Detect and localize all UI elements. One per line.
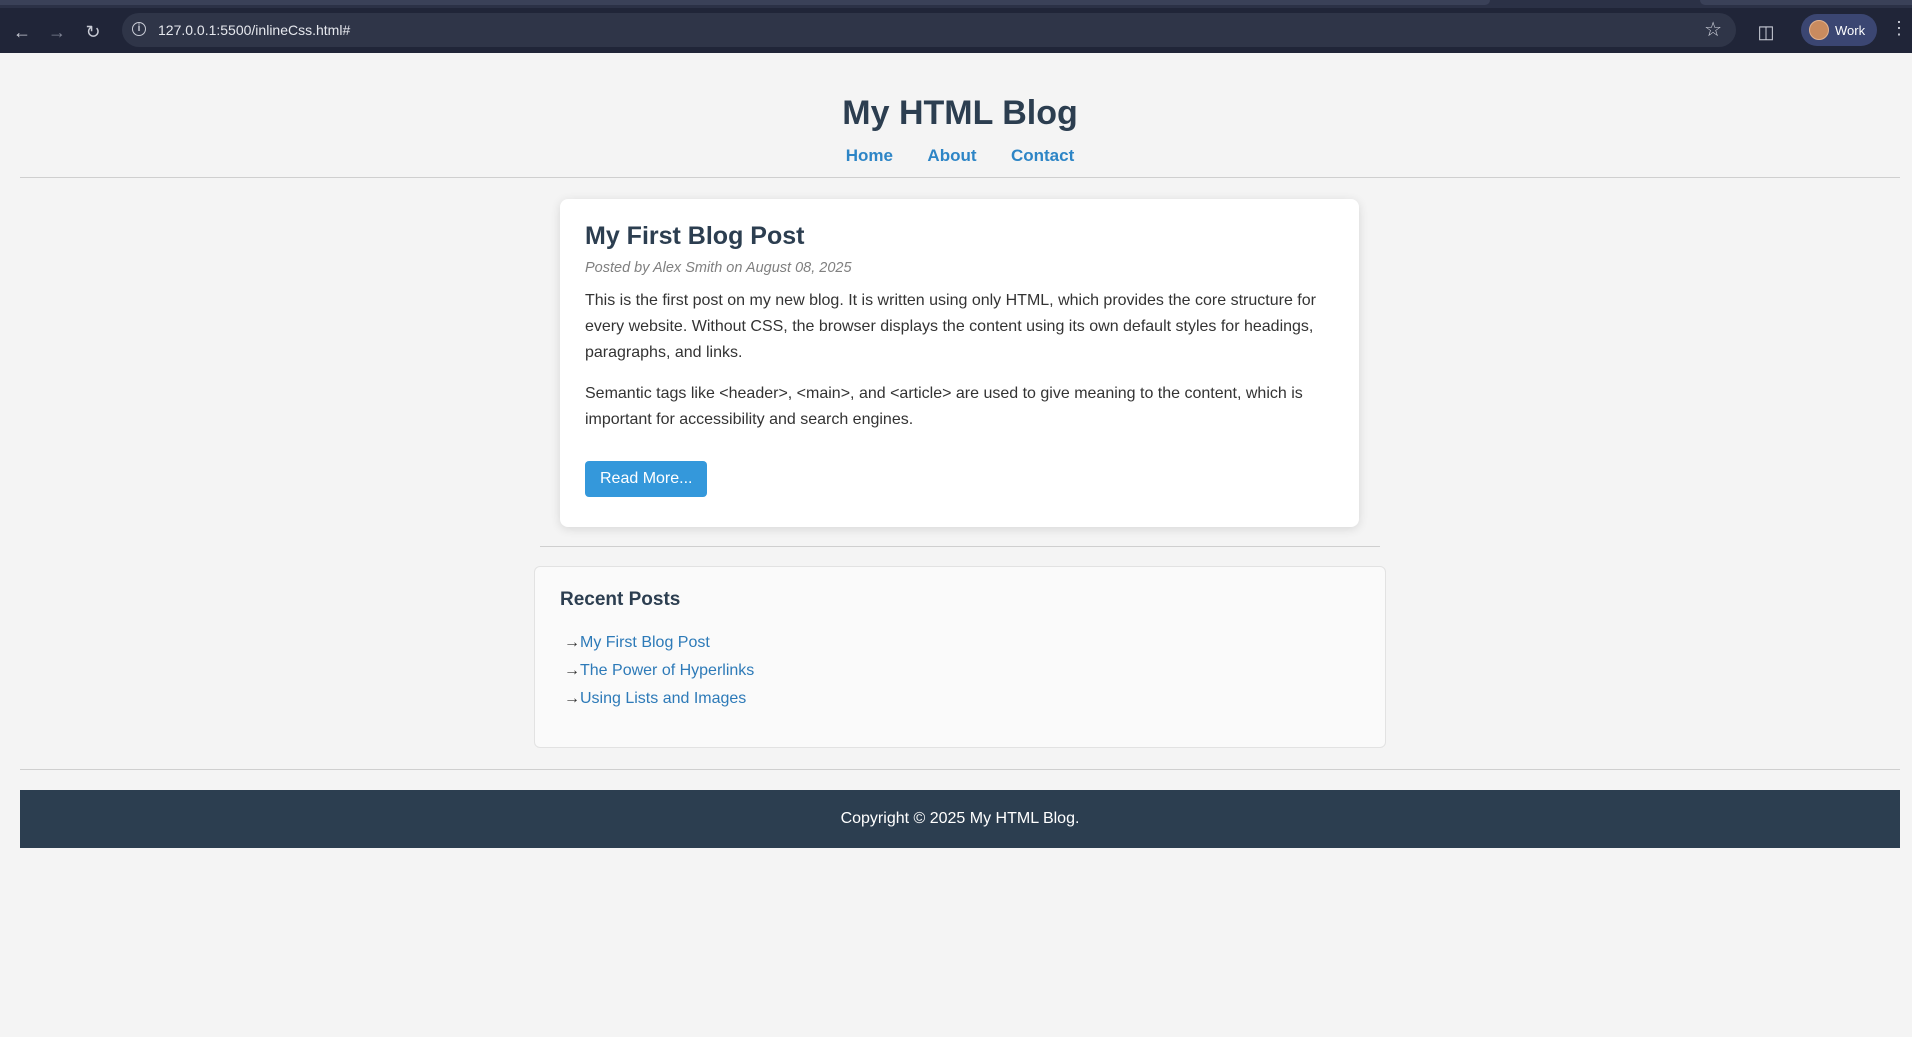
page-content: My HTML Blog Home About Contact My First… — [0, 53, 1912, 1037]
tab-strip — [0, 0, 1490, 5]
footer-copyright: Copyright © 2025 My HTML Blog. — [840, 810, 1080, 827]
list-item: →The Power of Hyperlinks — [564, 657, 1360, 685]
recent-posts-title: Recent Posts — [560, 589, 681, 610]
back-icon[interactable]: ← — [8, 18, 36, 46]
site-title: My HTML Blog — [842, 94, 1078, 132]
avatar — [1809, 20, 1829, 40]
recent-posts-list: →My First Blog Post →The Power of Hyperl… — [560, 629, 1360, 713]
nav-contact-link[interactable]: Contact — [1011, 146, 1074, 165]
post-meta: Posted by Alex Smith on August 08, 2025 — [585, 260, 852, 276]
url-text[interactable]: 127.0.0.1:5500/inlineCss.html# — [158, 22, 350, 38]
nav-about-link[interactable]: About — [927, 146, 976, 165]
recent-post-link[interactable]: Using Lists and Images — [580, 690, 746, 707]
site-header: My HTML Blog Home About Contact — [20, 53, 1900, 178]
forward-icon[interactable]: → — [43, 18, 71, 46]
list-item: →Using Lists and Images — [564, 685, 1360, 713]
arrow-icon: → — [564, 634, 580, 651]
arrow-icon: → — [564, 662, 580, 679]
post-title: My First Blog Post — [585, 222, 805, 250]
site-info-icon[interactable]: i — [132, 22, 146, 36]
more-menu-icon[interactable]: ⋮ — [1890, 18, 1908, 39]
profile-button[interactable]: Work — [1801, 14, 1877, 46]
list-item: →My First Blog Post — [564, 629, 1360, 657]
site-footer: Copyright © 2025 My HTML Blog. — [20, 790, 1900, 848]
nav-home-link[interactable]: Home — [846, 146, 893, 165]
reload-icon[interactable]: ↻ — [79, 18, 107, 46]
blog-post-card: My First Blog Post Posted by Alex Smith … — [560, 199, 1359, 527]
post-paragraph-2: Semantic tags like <header>, <main>, and… — [585, 385, 1303, 428]
divider — [20, 769, 1900, 770]
arrow-icon: → — [564, 690, 580, 707]
site-nav: Home About Contact — [20, 146, 1900, 166]
tab-strip-right — [1700, 0, 1912, 5]
profile-label: Work — [1835, 22, 1866, 38]
divider — [540, 546, 1380, 547]
post-paragraph-1: This is the first post on my new blog. I… — [585, 292, 1316, 361]
recent-post-link[interactable]: My First Blog Post — [580, 634, 710, 651]
extensions-icon[interactable]: ◫ — [1752, 18, 1780, 46]
address-bar[interactable]: i 127.0.0.1:5500/inlineCss.html# ☆ — [122, 13, 1736, 47]
browser-toolbar: ← → ↻ i 127.0.0.1:5500/inlineCss.html# ☆… — [0, 0, 1912, 53]
bookmark-star-icon[interactable]: ☆ — [1704, 17, 1722, 42]
recent-posts-panel: Recent Posts →My First Blog Post →The Po… — [534, 566, 1386, 748]
read-more-button[interactable]: Read More... — [585, 461, 708, 497]
recent-post-link[interactable]: The Power of Hyperlinks — [580, 662, 754, 679]
